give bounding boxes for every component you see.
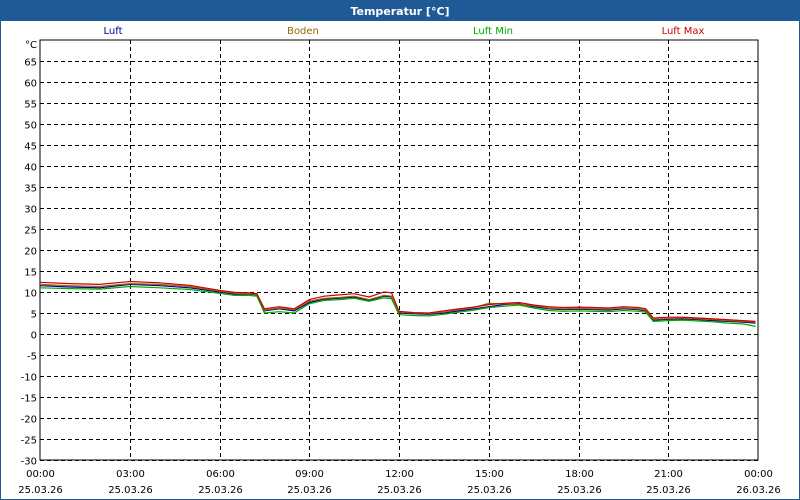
x-tick-time: 00:00 [26, 469, 55, 480]
legend-item: Boden [287, 26, 319, 37]
x-tick-date: 25.03.26 [108, 485, 153, 496]
y-tick-label: -5 [27, 352, 37, 363]
x-tick-date: 25.03.26 [287, 485, 332, 496]
x-tick-time: 18:00 [565, 469, 594, 480]
temperature-chart: -30 -25 -20 -15 -10 -5 0 5 10 15 20 25 30 35 40 45 50 55 6… [18, 26, 781, 496]
series-line [39, 283, 756, 324]
x-tick-time: 06:00 [206, 469, 235, 480]
y-tick-label: 5 [31, 310, 37, 321]
series [39, 280, 756, 327]
grid [39, 39, 759, 461]
x-tick-time: 21:00 [654, 469, 683, 480]
y-tick-label: 20 [24, 247, 37, 258]
x-tick-date: 25.03.26 [198, 485, 243, 496]
y-tick-label: 50 [24, 121, 37, 132]
y-tick-label: -15 [21, 394, 37, 405]
legend-item: Luft [104, 26, 123, 37]
y-tick-label: 60 [24, 79, 37, 90]
x-tick-date: 26.03.26 [736, 485, 781, 496]
x-tick-time: 09:00 [295, 469, 324, 480]
x-tick-date: 25.03.26 [377, 485, 422, 496]
x-tick-date: 25.03.26 [557, 485, 602, 496]
y-tick-label: 55 [24, 100, 37, 111]
x-tick-date: 25.03.26 [18, 485, 63, 496]
x-tick-time: 12:00 [385, 469, 414, 480]
x-tick-time: 00:00 [744, 469, 773, 480]
y-tick-label: -10 [21, 373, 37, 384]
x-tick-time: 03:00 [116, 469, 145, 480]
y-axis-unit: °C [25, 40, 37, 51]
y-tick-label: -25 [21, 436, 37, 447]
y-tick-label: 10 [24, 289, 37, 300]
y-tick-label: -30 [21, 457, 37, 468]
y-tick-label: 65 [24, 58, 37, 69]
x-tick-time: 15:00 [475, 469, 504, 480]
y-tick-label: 0 [31, 331, 37, 342]
y-tick-label: -20 [21, 415, 37, 426]
y-tick-label: 45 [24, 142, 37, 153]
x-tick-date: 25.03.26 [467, 485, 512, 496]
series-line [39, 282, 756, 323]
x-tick-date: 25.03.26 [646, 485, 691, 496]
y-tick-label: 40 [24, 163, 37, 174]
legend: Luft Boden Luft Min Luft Max [104, 26, 705, 37]
y-tick-label: 30 [24, 205, 37, 216]
y-tick-label: 15 [24, 268, 37, 279]
y-tick-label: 25 [24, 226, 37, 237]
legend-item: Luft Min [473, 26, 513, 37]
legend-item: Luft Max [662, 26, 705, 37]
y-tick-label: 35 [24, 184, 37, 195]
